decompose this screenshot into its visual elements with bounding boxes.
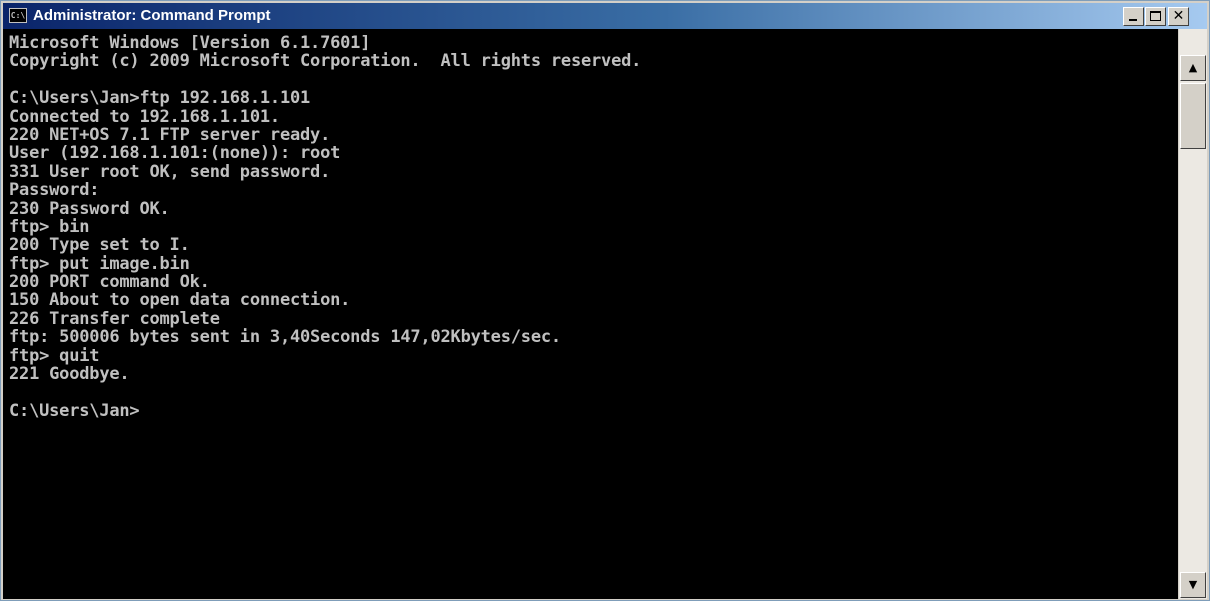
scroll-thumb[interactable] bbox=[1180, 83, 1206, 149]
window-title: Administrator: Command Prompt bbox=[33, 7, 271, 24]
maximize-button[interactable] bbox=[1145, 7, 1166, 26]
console-line: ftp: 500006 bytes sent in 3,40Seconds 14… bbox=[9, 327, 561, 348]
console-line: ftp> bin bbox=[9, 216, 90, 237]
console-line: 150 About to open data connection. bbox=[9, 290, 351, 311]
console-line: Connected to 192.168.1.101. bbox=[9, 106, 280, 127]
console-line: ftp> quit bbox=[9, 345, 100, 366]
console-line: 221 Goodbye. bbox=[9, 364, 130, 385]
console-line: ftp> put image.bin bbox=[9, 253, 190, 274]
close-button[interactable]: ✕ bbox=[1168, 7, 1189, 26]
scroll-down-button[interactable]: ▼ bbox=[1180, 572, 1206, 598]
console-line: 331 User root OK, send password. bbox=[9, 161, 331, 182]
title-bar[interactable]: C:\ Administrator: Command Prompt ✕ bbox=[3, 3, 1207, 29]
console-line: C:\Users\Jan>ftp 192.168.1.101 bbox=[9, 88, 311, 109]
arrow-down-icon: ▼ bbox=[1188, 578, 1198, 591]
console-line: 220 NET+OS 7.1 FTP server ready. bbox=[9, 124, 331, 145]
console-line: Copyright (c) 2009 Microsoft Corporation… bbox=[9, 51, 642, 72]
console-line: 200 Type set to I. bbox=[9, 235, 190, 256]
minimize-button[interactable] bbox=[1123, 7, 1144, 26]
console-prompt-line[interactable]: C:\Users\Jan> bbox=[9, 401, 1178, 420]
console-line: 226 Transfer complete bbox=[9, 308, 220, 329]
console-line: 200 PORT command Ok. bbox=[9, 272, 210, 293]
close-icon: ✕ bbox=[1172, 8, 1185, 24]
scroll-up-button[interactable]: ▲ bbox=[1180, 55, 1206, 81]
console-line: 230 Password OK. bbox=[9, 198, 170, 219]
maximize-icon bbox=[1150, 11, 1161, 21]
vertical-scrollbar[interactable]: ▲ ▼ bbox=[1178, 29, 1207, 599]
command-prompt-window: C:\ Administrator: Command Prompt ✕ Micr… bbox=[0, 0, 1210, 601]
minimize-icon bbox=[1129, 19, 1137, 21]
arrow-up-icon: ▲ bbox=[1188, 61, 1198, 74]
console-output[interactable]: Microsoft Windows [Version 6.1.7601] Cop… bbox=[3, 29, 1178, 599]
console-line: Password: bbox=[9, 180, 100, 201]
console-line: Microsoft Windows [Version 6.1.7601] bbox=[9, 33, 371, 53]
cmd-icon[interactable]: C:\ bbox=[9, 8, 27, 23]
console-line: User (192.168.1.101:(none)): root bbox=[9, 143, 341, 164]
